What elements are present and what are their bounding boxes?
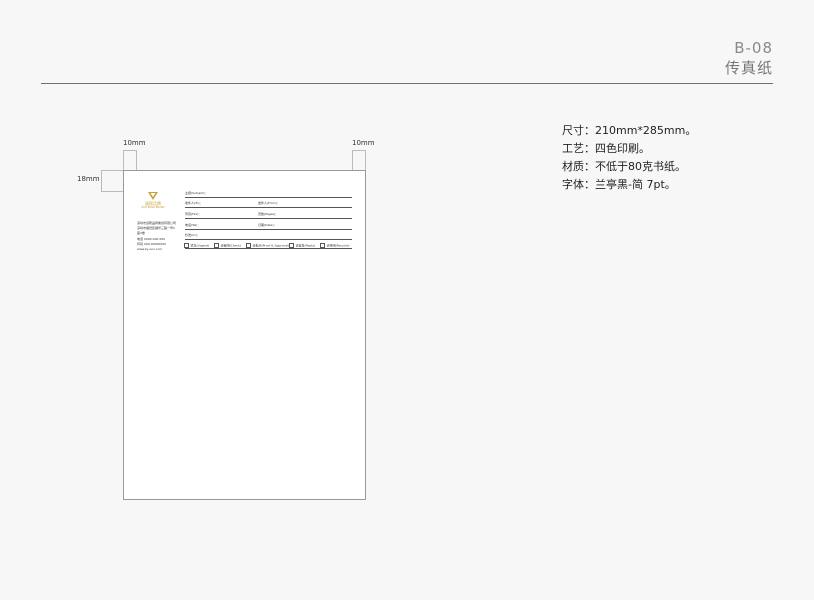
option-check-label: 请审阅(Check) [220, 243, 242, 248]
field-date: 日期(Date)： [258, 223, 277, 227]
line-tel-date [185, 229, 352, 230]
dim-left-margin: 10mm [123, 139, 146, 147]
field-fax: 传真(Fax)： [185, 212, 202, 216]
page-title: 传真纸 [724, 59, 773, 77]
field-cc: 抄送(Cc)： [185, 233, 201, 237]
field-to: 收件人(To)： [185, 201, 203, 205]
fax-sheet: 道帮品牌 DAO BANG BRAND 深圳市道帮品牌策划有限公司 深圳市福田区… [123, 170, 366, 500]
option-proof-approval[interactable]: 请批示(Proof & Approval) [246, 243, 289, 248]
dim-top-margin: 18mm [77, 175, 100, 183]
option-reply[interactable]: 请答复(Reply) [289, 243, 315, 248]
line-cc [185, 239, 352, 240]
option-urgent[interactable]: 紧急(Urgent) [184, 243, 209, 248]
line-subject [185, 197, 352, 198]
line-to-from [185, 207, 352, 208]
checkbox-icon [246, 243, 251, 248]
guide-left-outer [123, 150, 124, 170]
spec-list: 尺寸：210mm*285mm。 工艺：四色印刷。 材质：不低于80克书纸。 字体… [562, 122, 696, 194]
checkbox-icon [214, 243, 219, 248]
brand-subtitle: DAO BANG BRAND [141, 206, 165, 209]
field-pages: 页数(Pages)： [258, 212, 279, 216]
option-recycle-label: 请传阅(Recycle) [326, 243, 350, 248]
option-reply-label: 请答复(Reply) [295, 243, 316, 248]
brand-logo-icon [148, 192, 158, 200]
option-check[interactable]: 请审阅(Check) [214, 243, 241, 248]
header-divider [41, 83, 773, 84]
guide-right-inner [352, 150, 353, 170]
checkbox-icon [289, 243, 294, 248]
guide-right-top [352, 150, 365, 151]
field-subject: 主题(Subject)： [185, 191, 208, 195]
guide-left-top [123, 150, 136, 151]
spec-size: 尺寸：210mm*285mm。 [562, 124, 697, 137]
line-fax-pages [185, 218, 352, 219]
guide-right-outer [365, 150, 366, 170]
guide-top-lower [101, 191, 123, 192]
page-code: B-08 [734, 39, 773, 57]
field-tel: 电话(Tel)： [185, 223, 201, 227]
contact-block: 深圳市道帮品牌策划有限公司 深圳市福田区福华三路一号C 座2楼 电话 0000-… [137, 221, 176, 252]
option-proof-approval-label: 请批示(Proof & Approval) [252, 243, 290, 248]
guide-top-side [101, 170, 102, 191]
checkbox-icon [320, 243, 325, 248]
dim-right-margin: 10mm [352, 139, 375, 147]
spec-material: 材质：不低于80克书纸。 [562, 160, 686, 173]
field-from: 发件人(From)： [258, 201, 280, 205]
line-options [185, 248, 352, 249]
spec-process: 工艺：四色印刷。 [562, 142, 650, 155]
option-recycle[interactable]: 请传阅(Recycle) [320, 243, 349, 248]
guide-left-inner [136, 150, 137, 170]
spec-font: 字体：兰亭黑-简 7pt。 [562, 178, 676, 191]
option-urgent-label: 紧急(Urgent) [190, 243, 210, 248]
checkbox-icon [184, 243, 189, 248]
contact-website: www.ky-sun.com [137, 247, 163, 252]
guide-top-upper [101, 170, 123, 171]
